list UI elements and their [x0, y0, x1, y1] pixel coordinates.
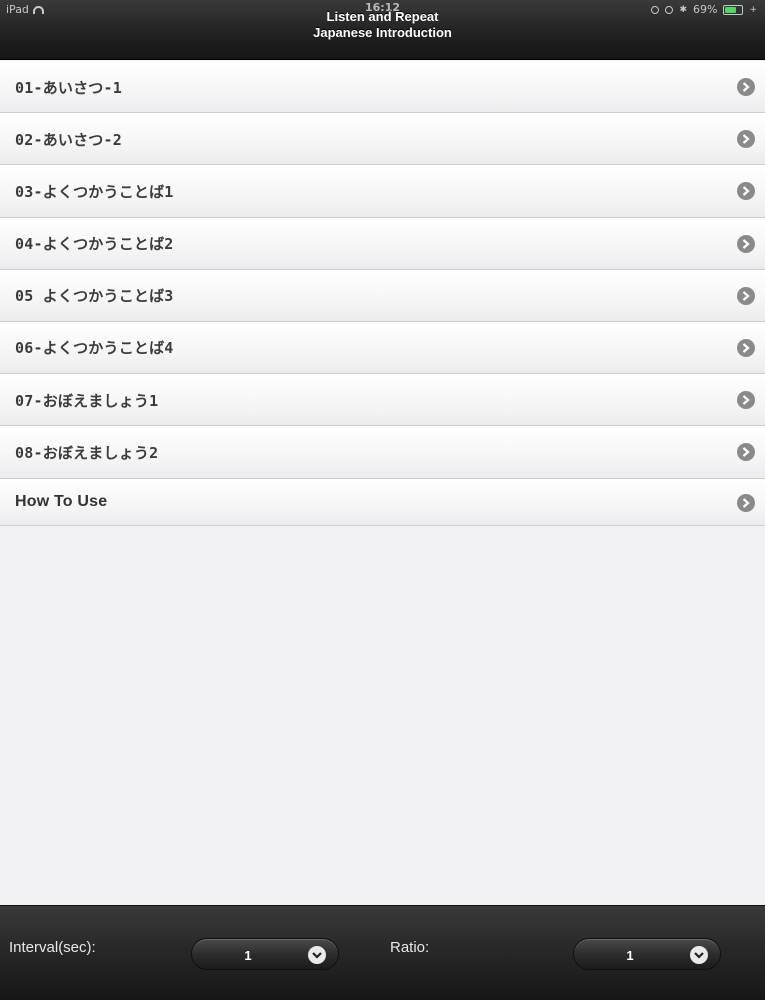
lesson-list: 01-あいさつ-1 02-あいさつ-2 03-よくつかうことば1 04-よくつか… — [0, 61, 765, 526]
list-item-label: 01-あいさつ-1 — [15, 78, 122, 97]
list-item-label: 03-よくつかうことば1 — [15, 182, 174, 201]
interval-value: 1 — [244, 947, 252, 963]
list-item-label: 07-おぼえましょう1 — [15, 391, 159, 410]
chevron-right-icon — [737, 182, 755, 201]
list-item[interactable]: 02-あいさつ-2 — [0, 113, 765, 166]
chevron-right-icon — [737, 130, 755, 149]
list-item-how-to-use[interactable]: How To Use — [0, 478, 765, 526]
list-item[interactable]: 04-よくつかうことば2 — [0, 217, 765, 270]
chevron-right-icon — [737, 234, 755, 253]
ratio-select[interactable]: 1 — [573, 938, 721, 970]
list-item[interactable]: 08-おぼえましょう2 — [0, 426, 765, 479]
interval-select[interactable]: 1 — [191, 938, 339, 970]
list-item-label: How To Use — [15, 493, 108, 510]
list-item-label: 04-よくつかうことば2 — [15, 235, 174, 254]
bottom-toolbar: Interval(sec): 1 Ratio: 1 — [0, 905, 765, 1000]
header-subtitle: Japanese Introduction — [313, 25, 452, 40]
list-item[interactable]: 07-おぼえましょう1 — [0, 374, 765, 427]
page-title: Listen and Repeat Japanese Introduction — [0, 9, 765, 41]
list-item-label: 08-おぼえましょう2 — [15, 443, 159, 462]
chevron-right-icon — [737, 338, 755, 357]
chevron-right-icon — [737, 286, 755, 305]
list-item[interactable]: 01-あいさつ-1 — [0, 61, 765, 114]
interval-label: Interval(sec): — [9, 939, 96, 956]
list-item[interactable]: 05 よくつかうことば3 — [0, 269, 765, 322]
list-item-label: 06-よくつかうことば4 — [15, 339, 174, 358]
chevron-right-icon — [737, 78, 755, 96]
chevron-right-icon — [737, 391, 755, 410]
chevron-down-icon — [690, 946, 708, 964]
list-item-label: 02-あいさつ-2 — [15, 130, 122, 149]
list-item[interactable]: 03-よくつかうことば1 — [0, 165, 765, 218]
ratio-label: Ratio: — [390, 939, 430, 956]
ratio-value: 1 — [626, 947, 634, 963]
header-title: Listen and Repeat — [326, 9, 439, 24]
list-item-label: 05 よくつかうことば3 — [15, 287, 174, 306]
list-item[interactable]: 06-よくつかうことば4 — [0, 321, 765, 375]
chevron-right-icon — [737, 443, 755, 462]
navigation-bar: iPad 16:12 ✱ 69% + Listen and Repeat Jap… — [0, 0, 765, 60]
chevron-right-icon — [737, 493, 755, 512]
chevron-down-icon — [308, 946, 326, 964]
